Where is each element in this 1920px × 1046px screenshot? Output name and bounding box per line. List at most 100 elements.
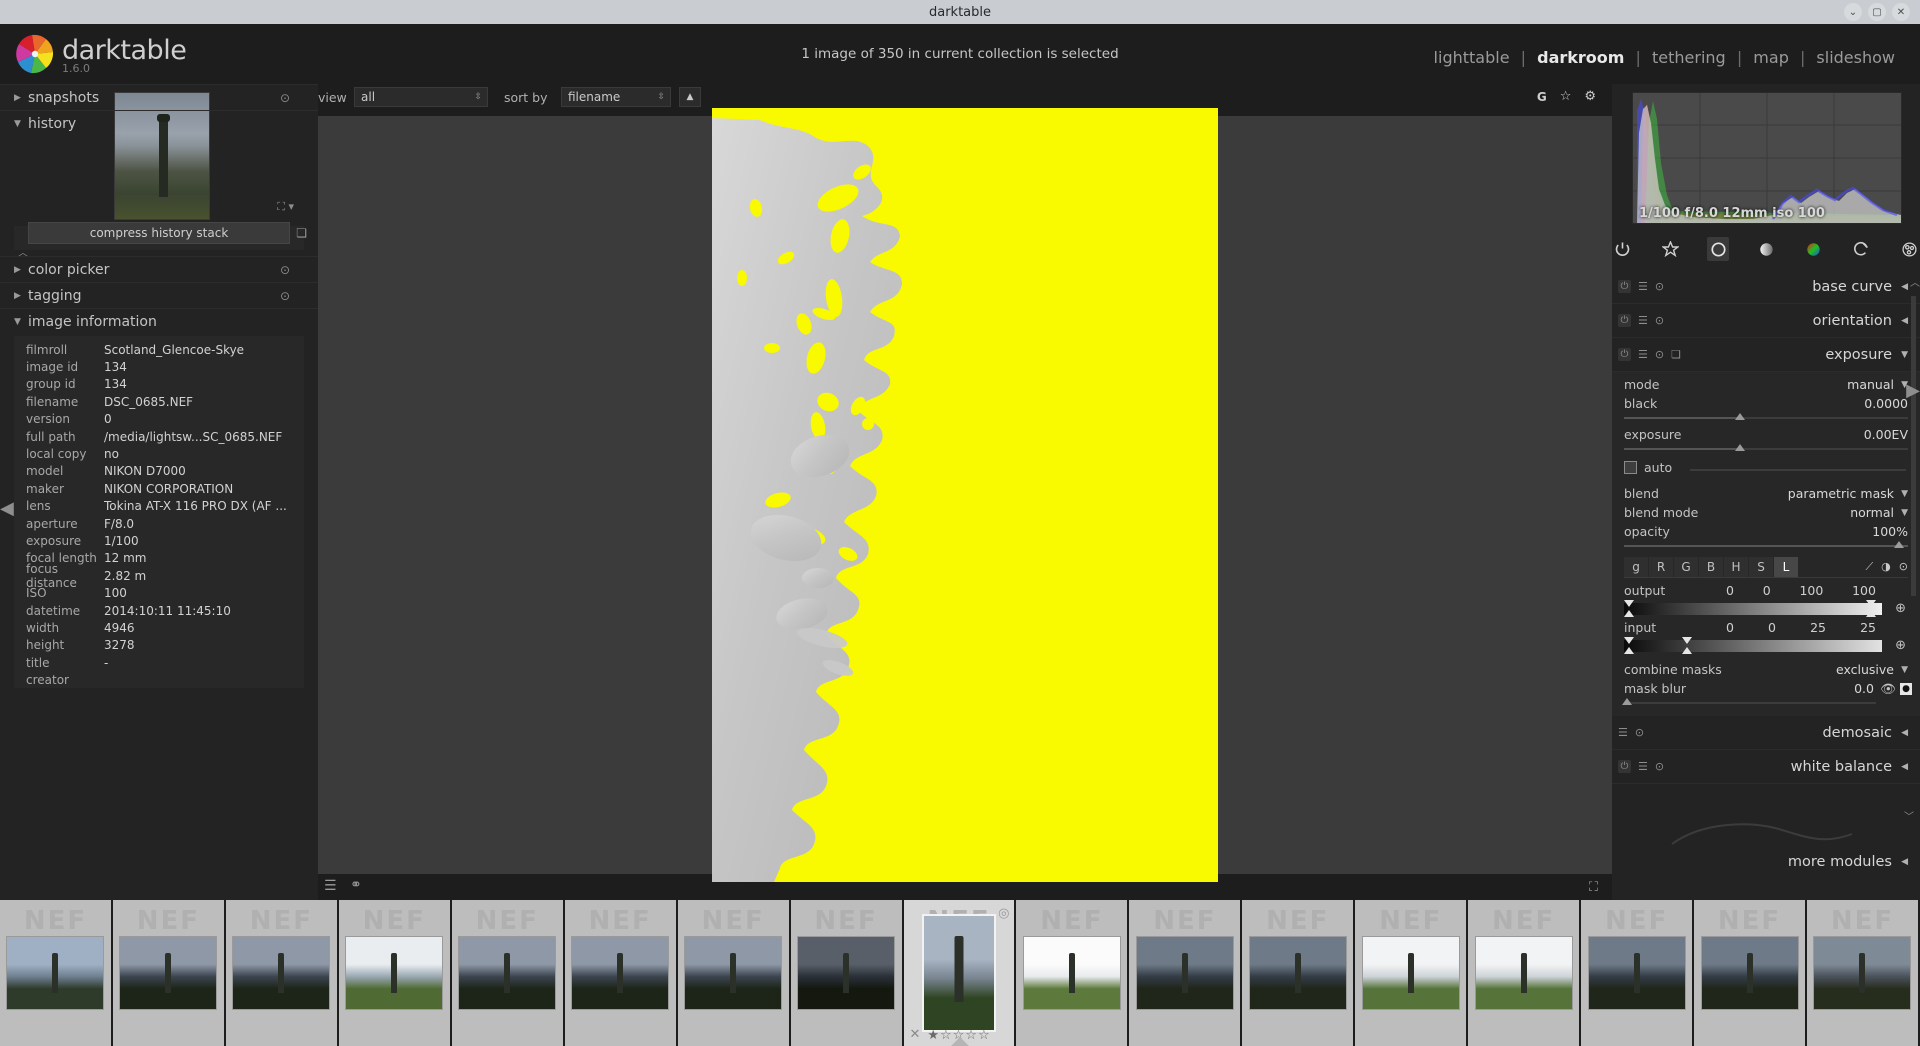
panel-header-tagging[interactable]: ▶ tagging ⊙	[0, 282, 318, 308]
color-group-icon[interactable]	[1803, 237, 1825, 261]
module-expander-icon[interactable]: ◀	[1901, 857, 1908, 867]
module-orientation[interactable]: ⏻ ☰ ⊙ orientation ◀	[1612, 304, 1920, 338]
view-tethering[interactable]: tethering	[1649, 48, 1729, 67]
module-expander-icon[interactable]: ◀	[1901, 316, 1908, 326]
right-panel-scroll-down-icon[interactable]: ﹀	[1904, 808, 1914, 823]
group-icon[interactable]: ◎	[998, 906, 1009, 921]
channel-tab-L[interactable]: L	[1774, 557, 1798, 577]
exposure-value-row[interactable]: exposure 0.00EV	[1612, 425, 1920, 444]
auto-threshold-slider[interactable]	[1690, 469, 1906, 471]
fullscreen-preview-icon[interactable]: ⛶	[1589, 880, 1598, 895]
combine-masks-row[interactable]: combine masks exclusive ▼	[1612, 660, 1920, 679]
input-marker-min-top[interactable]	[1624, 637, 1634, 644]
filmstrip-thumbnail[interactable]: NEF	[677, 900, 791, 1046]
favorites-group-icon[interactable]	[1660, 237, 1682, 261]
filmstrip[interactable]: NEFNEFNEFNEFNEFNEFNEFNEFNEF★☆☆☆☆✕◎NEFNEF…	[0, 900, 1920, 1046]
auto-exposure-row[interactable]: auto	[1612, 456, 1920, 478]
compress-history-stack-button[interactable]: compress history stack ❏	[28, 222, 307, 244]
presets-icon[interactable]: ☰	[1638, 760, 1648, 773]
edited-image-with-clipping-overlay[interactable]	[712, 108, 1218, 882]
mask-output-gradient[interactable]: ⊕	[1624, 600, 1908, 617]
mask-manager-icon[interactable]: ⚭	[350, 877, 362, 893]
presets-icon[interactable]: ☰	[1638, 280, 1648, 293]
power-icon[interactable]: ⏻	[1618, 314, 1631, 327]
more-modules-header[interactable]: more modules ◀	[1612, 848, 1920, 876]
filmstrip-thumbnail[interactable]: NEF	[1468, 900, 1582, 1046]
filmstrip-thumbnail[interactable]: NEF	[1016, 900, 1130, 1046]
reset-icon[interactable]: ⊙	[1635, 726, 1644, 739]
mask-blur-row[interactable]: mask blur 0.0 👁 ●	[1612, 679, 1920, 698]
mask-blur-slider[interactable]	[1622, 698, 1876, 708]
input-marker-max-top[interactable]	[1682, 637, 1692, 644]
filmstrip-thumbnail[interactable]: NEF	[0, 900, 113, 1046]
power-icon[interactable]: ⏻	[1618, 280, 1631, 293]
add-node-icon[interactable]: ⊕	[1895, 602, 1906, 615]
filmstrip-thumbnail[interactable]: NEF	[1581, 900, 1695, 1046]
right-panel-collapse-arrow[interactable]: ▶	[1906, 380, 1920, 401]
opacity-slider[interactable]	[1624, 541, 1908, 551]
chevron-down-icon[interactable]: ▼	[1901, 508, 1908, 518]
filmstrip-thumbnail[interactable]: NEF	[225, 900, 339, 1046]
basic-group-icon[interactable]	[1707, 237, 1730, 261]
minimize-button[interactable]: ⌄	[1844, 3, 1862, 21]
toggle-mask-display-icon[interactable]: ●	[1900, 682, 1912, 695]
channel-tab-B[interactable]: B	[1699, 557, 1723, 577]
filmstrip-thumbnail[interactable]: NEF	[1129, 900, 1243, 1046]
module-list-scrollbar[interactable]: ︿	[1910, 274, 1920, 644]
panel-header-history[interactable]: ▼ history	[0, 110, 318, 136]
reset-icon[interactable]: ⊙	[1655, 314, 1664, 327]
channel-tab-g[interactable]: g	[1624, 557, 1648, 577]
output-marker-max-bottom[interactable]	[1866, 610, 1876, 617]
power-icon[interactable]: ⏻	[1618, 760, 1631, 773]
power-icon[interactable]: ⏻	[1618, 348, 1631, 361]
add-node-icon[interactable]: ⊕	[1895, 639, 1906, 652]
module-demosaic[interactable]: ☰ ⊙ demosaic ◀	[1612, 716, 1920, 750]
tagging-reset-icon[interactable]: ⊙	[280, 289, 290, 303]
input-marker-max-bottom[interactable]	[1682, 647, 1692, 654]
presets-icon[interactable]: ☰	[1618, 726, 1628, 739]
module-expander-icon[interactable]: ◀	[1901, 762, 1908, 772]
scrollbar-thumb[interactable]	[1911, 296, 1916, 596]
snapshots-reset-icon[interactable]: ⊙	[280, 91, 290, 105]
gear-icon[interactable]: ⚙	[1584, 89, 1596, 104]
black-level-row[interactable]: black 0.0000	[1612, 394, 1920, 413]
color-picker-reset-icon[interactable]: ⊙	[280, 263, 290, 277]
left-panel-collapse-arrow[interactable]: ◀	[0, 498, 14, 519]
reset-icon[interactable]: ⊙	[1655, 760, 1664, 773]
filmstrip-thumbnail[interactable]: NEF	[790, 900, 904, 1046]
channel-tab-G[interactable]: G	[1674, 557, 1698, 577]
filmstrip-thumbnail[interactable]: NEF	[112, 900, 226, 1046]
channel-tab-S[interactable]: S	[1749, 557, 1773, 577]
maximize-button[interactable]: ▢	[1868, 3, 1886, 21]
channel-tab-R[interactable]: R	[1649, 557, 1673, 577]
filmstrip-thumbnail[interactable]: NEF	[1355, 900, 1469, 1046]
chevron-down-icon[interactable]: ▼	[1901, 489, 1908, 499]
image-canvas[interactable]	[318, 108, 1612, 882]
reject-icon[interactable]: ✕	[910, 1027, 921, 1042]
filmstrip-thumbnail[interactable]: NEF	[451, 900, 565, 1046]
invert-polarity-icon[interactable]: ◑	[1881, 560, 1891, 574]
multi-instance-icon[interactable]: ❏	[1671, 348, 1681, 361]
slider-handle[interactable]	[1622, 698, 1632, 705]
output-marker-min-bottom[interactable]	[1624, 610, 1634, 617]
exposure-slider[interactable]	[1624, 444, 1908, 454]
black-slider[interactable]	[1624, 413, 1908, 423]
blend-mode-row[interactable]: blend mode normal ▼	[1612, 503, 1920, 522]
reset-icon[interactable]: ⊙	[1655, 280, 1664, 293]
reset-icon[interactable]: ⊙	[1655, 348, 1664, 361]
show-mask-icon[interactable]: 👁	[1880, 681, 1896, 697]
filmstrip-thumbnail[interactable]: NEF	[338, 900, 452, 1046]
chevron-down-icon[interactable]: ▼	[1901, 665, 1908, 675]
mask-input-gradient[interactable]: ⊕	[1624, 637, 1908, 654]
view-map[interactable]: map	[1750, 48, 1792, 67]
filmstrip-thumbnail[interactable]: NEF	[1694, 900, 1807, 1046]
star-icon[interactable]: ☆	[1560, 89, 1572, 104]
slider-handle[interactable]	[1734, 444, 1745, 451]
view-slideshow[interactable]: slideshow	[1813, 48, 1898, 67]
module-expander-icon[interactable]: ◀	[1901, 728, 1908, 738]
blend-row[interactable]: blend parametric mask ▼	[1612, 484, 1920, 503]
presets-icon[interactable]: ☰	[1638, 348, 1648, 361]
view-lighttable[interactable]: lighttable	[1431, 48, 1513, 67]
module-expander-icon[interactable]: ◀	[1901, 282, 1908, 292]
color-picker-icon[interactable]: ⟋	[1865, 560, 1873, 574]
